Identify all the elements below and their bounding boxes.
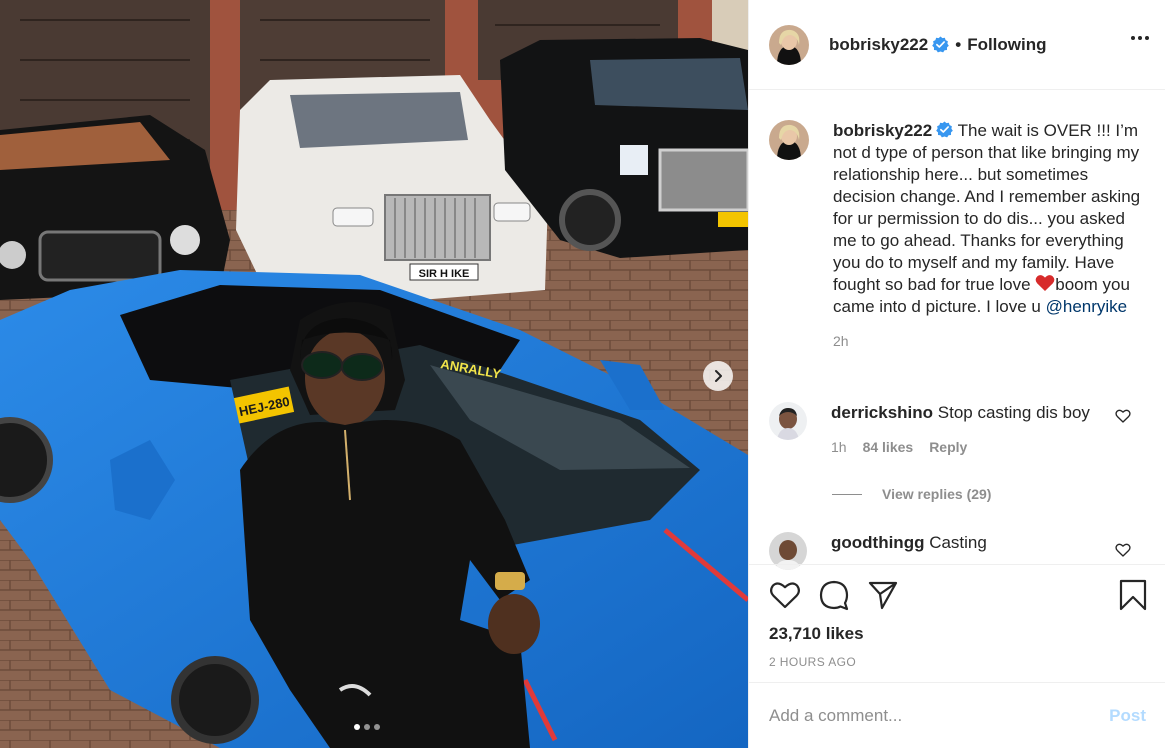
post-side-panel: bobrisky222 • Following bobrisky222 The … xyxy=(748,0,1165,748)
post-header: bobrisky222 • Following xyxy=(749,0,1165,90)
caption-mention-link[interactable]: @henryike xyxy=(1046,297,1128,316)
post-caption: bobrisky222 The wait is OVER !!! I’m not… xyxy=(769,120,1149,352)
view-replies-button[interactable]: View replies (29) xyxy=(832,486,991,502)
caption-username[interactable]: bobrisky222 xyxy=(833,121,932,140)
comment-username[interactable]: goodthingg xyxy=(831,533,924,552)
more-horizontal-icon xyxy=(1131,36,1135,40)
post-photo[interactable]: SIR H IKE ANRALLY HEJ-280 xyxy=(0,0,748,748)
post-timestamp[interactable]: 2 HOURS AGO xyxy=(769,655,856,669)
caption-timestamp[interactable]: 2h xyxy=(833,330,1149,352)
avatar-image xyxy=(769,24,809,65)
following-button[interactable]: Following xyxy=(967,35,1046,55)
comment-like-heart-icon[interactable] xyxy=(1115,542,1131,558)
save-bookmark-icon[interactable] xyxy=(1118,579,1148,611)
carousel-dot xyxy=(364,724,370,730)
caption-text: The wait is OVER !!! I’m not d type of p… xyxy=(833,121,1141,294)
avatar-image xyxy=(769,402,807,440)
more-options-button[interactable] xyxy=(1131,36,1149,40)
comment-likes[interactable]: 84 likes xyxy=(863,436,914,458)
comment-text: Casting xyxy=(929,533,987,552)
comment-meta: 1h 84 likes Reply xyxy=(831,436,1090,458)
carousel-dot xyxy=(354,724,360,730)
caption-text-block: bobrisky222 The wait is OVER !!! I’m not… xyxy=(833,120,1149,318)
add-comment-input[interactable] xyxy=(769,705,1110,726)
comment-item: derrickshino Stop casting dis boy 1h 84 … xyxy=(769,402,1149,458)
chevron-right-icon xyxy=(715,370,722,382)
avatar-image xyxy=(769,120,809,160)
post-comment-button[interactable]: Post xyxy=(1109,706,1146,726)
caption-avatar[interactable] xyxy=(769,120,809,160)
share-paper-plane-icon[interactable] xyxy=(867,579,899,611)
plate-back-text: SIR H IKE xyxy=(419,268,470,280)
comment-time[interactable]: 1h xyxy=(831,436,847,458)
red-heart-emoji-icon xyxy=(1035,275,1055,291)
comment-reply-button[interactable]: Reply xyxy=(929,436,967,458)
like-heart-icon[interactable] xyxy=(769,579,801,611)
verified-badge-icon xyxy=(936,121,954,138)
post-actions: 23,710 likes 2 HOURS AGO xyxy=(749,564,1165,682)
carousel-dot xyxy=(374,724,380,730)
follow-separator: • xyxy=(955,34,962,54)
next-photo-button[interactable] xyxy=(703,361,733,391)
comment-text: Stop casting dis boy xyxy=(937,403,1090,422)
comment-bubble-icon[interactable] xyxy=(818,579,850,611)
comment-username[interactable]: derrickshino xyxy=(831,403,933,422)
carousel-dots xyxy=(354,724,380,730)
replies-divider xyxy=(832,493,862,495)
author-username[interactable]: bobrisky222 xyxy=(829,35,928,55)
verified-badge-icon xyxy=(932,36,950,53)
photo-scene: SIR H IKE ANRALLY HEJ-280 xyxy=(0,0,748,748)
author-avatar[interactable] xyxy=(769,24,809,65)
add-comment-bar: Post xyxy=(749,682,1165,748)
view-replies-label: View replies (29) xyxy=(882,486,992,502)
comment-like-heart-icon[interactable] xyxy=(1115,408,1131,424)
commenter-avatar[interactable] xyxy=(769,402,807,440)
likes-count[interactable]: 23,710 likes xyxy=(769,624,864,644)
